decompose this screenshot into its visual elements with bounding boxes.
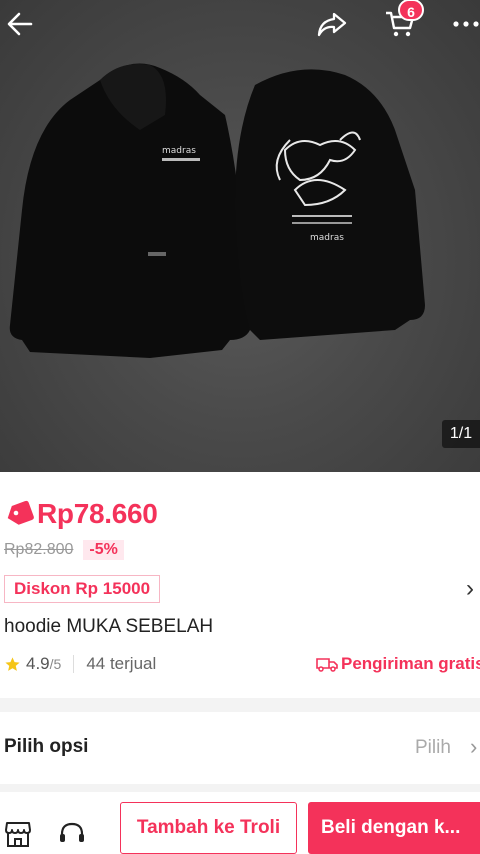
product-image[interactable]: madras madras 6 1/1 bbox=[0, 0, 480, 472]
free-shipping[interactable]: Pengiriman gratis bbox=[316, 654, 480, 674]
more-icon bbox=[453, 21, 479, 27]
back-icon bbox=[7, 12, 33, 36]
rating-value: 4.9 bbox=[26, 654, 50, 673]
svg-text:madras: madras bbox=[310, 233, 344, 243]
product-meta: 4.9 /5 44 terjual Pengiriman gratis bbox=[4, 654, 480, 674]
option-value: Pilih bbox=[415, 737, 451, 758]
add-to-cart-button[interactable]: Tambah ke Troli bbox=[120, 802, 297, 854]
price-tag-icon bbox=[7, 500, 34, 525]
image-counter: 1/1 bbox=[442, 420, 480, 448]
option-label: Pilih opsi bbox=[4, 736, 89, 757]
chevron-right-icon[interactable]: › bbox=[466, 575, 474, 603]
sold-count: 44 terjual bbox=[86, 654, 157, 673]
back-button[interactable] bbox=[2, 6, 38, 42]
product-info-card: Rp78.660 Rp82.800 -5% Diskon Rp 15000 › … bbox=[0, 472, 480, 698]
customer-service-icon[interactable] bbox=[58, 820, 86, 848]
hoodie-photo: madras madras bbox=[9, 63, 425, 358]
share-icon bbox=[317, 12, 347, 37]
voucher-badge[interactable]: Diskon Rp 15000 bbox=[4, 575, 161, 603]
bottom-action-bar: Tambah ke Troli Beli dengan k... bbox=[0, 792, 480, 854]
star-icon bbox=[5, 656, 20, 671]
truck-icon bbox=[316, 658, 338, 672]
divider bbox=[73, 655, 75, 673]
price-row: Rp78.660 bbox=[4, 498, 158, 530]
buy-now-button[interactable]: Beli dengan k... bbox=[308, 802, 480, 854]
top-bar: 6 bbox=[0, 0, 480, 48]
cart-count-badge: 6 bbox=[398, 0, 424, 21]
original-price-row: Rp82.800 -5% bbox=[4, 540, 124, 560]
rating-max: /5 bbox=[49, 656, 62, 672]
front-print: madras bbox=[162, 146, 196, 156]
share-button[interactable] bbox=[314, 6, 350, 42]
free-shipping-label: Pengiriman gratis bbox=[341, 654, 480, 673]
product-title: hoodie MUKA SEBELAH bbox=[4, 616, 214, 637]
option-selector[interactable]: Pilih opsi Pilih › bbox=[0, 712, 480, 784]
shop-icon[interactable] bbox=[4, 820, 32, 848]
discount-percent: -5% bbox=[83, 540, 124, 560]
original-price: Rp82.800 bbox=[4, 541, 74, 558]
chevron-right-icon: › bbox=[470, 734, 478, 759]
current-price: Rp78.660 bbox=[37, 498, 158, 529]
more-button[interactable] bbox=[448, 6, 480, 42]
